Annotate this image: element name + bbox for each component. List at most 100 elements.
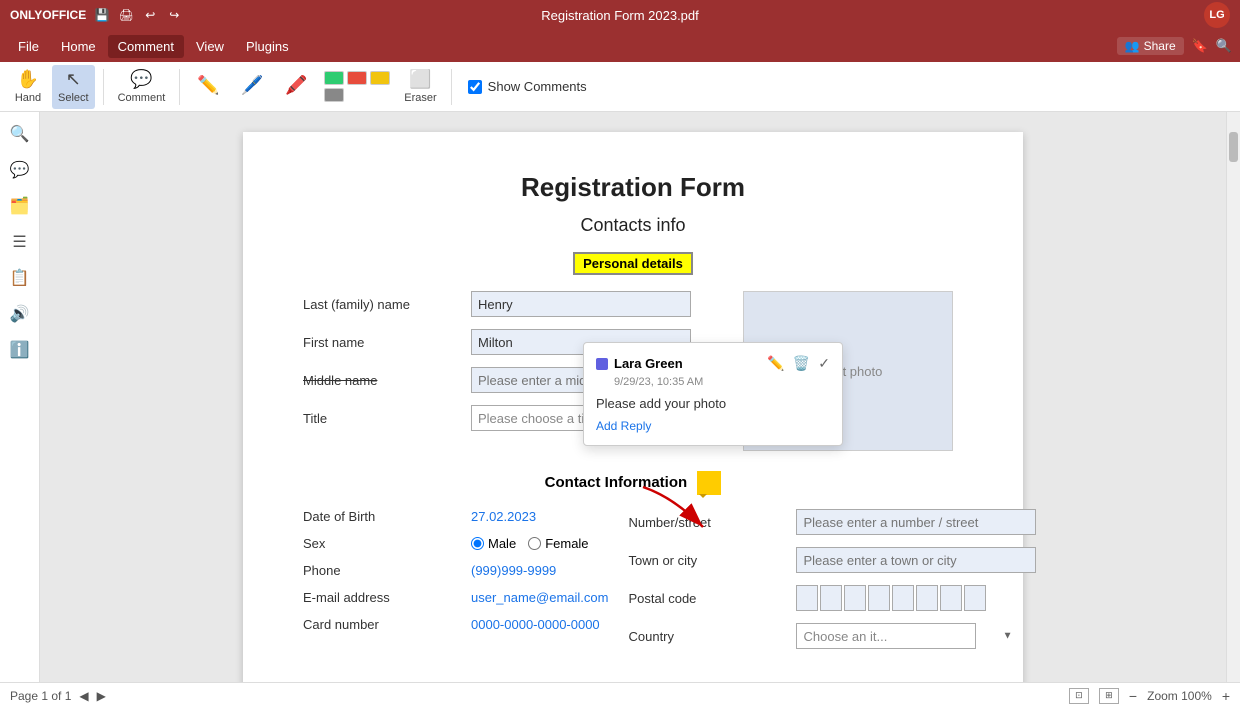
postal-box-7[interactable]: [940, 585, 962, 611]
postal-box-8[interactable]: [964, 585, 986, 611]
menu-view[interactable]: View: [186, 35, 234, 58]
email-row: E-mail address user_name@email.com: [303, 590, 608, 605]
female-radio-label[interactable]: Female: [528, 536, 588, 551]
share-button[interactable]: 👥 Share: [1117, 37, 1184, 55]
comment-popup: Lara Green ✏️ 🗑️ ✓ 9/29/23, 10:35 AM Ple…: [583, 342, 843, 446]
pen-icon: ✏️: [197, 75, 219, 96]
share-label: Share: [1144, 39, 1176, 53]
menu-home[interactable]: Home: [51, 35, 106, 58]
toolbar-sep-2: [179, 69, 180, 105]
postal-row: Postal code: [628, 585, 1036, 611]
title-bar: ONLYOFFICE 💾 🖨 ↩ ↪ Registration Form 202…: [0, 0, 1240, 30]
postal-box-1[interactable]: [796, 585, 818, 611]
color-custom-1[interactable]: [324, 88, 344, 102]
vertical-scrollbar[interactable]: [1226, 112, 1240, 682]
pen-tool-btn[interactable]: ✏️: [188, 65, 228, 109]
card-row: Card number 0000-0000-0000-0000: [303, 617, 608, 632]
menu-comment[interactable]: Comment: [108, 35, 184, 58]
card-label: Card number: [303, 617, 463, 632]
document-area: Registration Form Contacts info Personal…: [40, 112, 1226, 682]
show-comments-label: Show Comments: [488, 79, 587, 94]
highlighter-icon: 🖊️: [241, 75, 263, 96]
sidebar-bookmarks[interactable]: 🗂️: [6, 192, 34, 220]
select-tool-btn[interactable]: ↖ Select: [52, 65, 95, 109]
menu-plugins[interactable]: Plugins: [236, 35, 299, 58]
postal-box-4[interactable]: [868, 585, 890, 611]
sidebar-search[interactable]: 🔍: [6, 120, 34, 148]
toolbar-sep-3: [451, 69, 452, 105]
zoom-out-btn[interactable]: −: [1129, 688, 1137, 704]
bottom-left: Page 1 of 1 ◀ ▶: [10, 689, 106, 703]
print-btn[interactable]: 🖨: [118, 7, 134, 23]
last-name-input[interactable]: [471, 291, 691, 317]
number-street-input[interactable]: [796, 509, 1036, 535]
male-radio-label[interactable]: Male: [471, 536, 516, 551]
country-select[interactable]: Choose an it...: [796, 623, 976, 649]
menu-bar: File Home Comment View Plugins 👥 Share 🔖…: [0, 30, 1240, 62]
female-radio[interactable]: [528, 537, 541, 550]
toolbar-sep-1: [103, 69, 104, 105]
next-page-btn[interactable]: ▶: [97, 689, 106, 703]
sidebar-info[interactable]: ℹ️: [6, 336, 34, 364]
country-label: Country: [628, 629, 788, 644]
contact-two-col: Date of Birth 27.02.2023 Sex Male Female: [303, 509, 963, 661]
town-input[interactable]: [796, 547, 1036, 573]
show-comments-toggle[interactable]: Show Comments: [460, 79, 595, 94]
sex-radio-group: Male Female: [471, 536, 589, 551]
sticky-note-icon[interactable]: [697, 471, 721, 495]
add-reply-btn[interactable]: Add Reply: [596, 419, 830, 433]
postal-box-5[interactable]: [892, 585, 914, 611]
last-name-label: Last (family) name: [303, 297, 463, 312]
comment-author: Lara Green: [596, 356, 683, 371]
sex-row: Sex Male Female: [303, 536, 608, 551]
sidebar-comments[interactable]: 💬: [6, 156, 34, 184]
postal-box-2[interactable]: [820, 585, 842, 611]
show-comments-checkbox[interactable]: [468, 80, 482, 94]
comment-date: 9/29/23, 10:35 AM: [614, 376, 830, 388]
prev-page-btn[interactable]: ◀: [79, 689, 88, 703]
color-green[interactable]: [324, 71, 344, 85]
zoom-in-btn[interactable]: +: [1222, 688, 1230, 704]
app-logo: ONLYOFFICE: [10, 8, 86, 22]
hand-tool-btn[interactable]: ✋ Hand: [8, 65, 48, 109]
card-value: 0000-0000-0000-0000: [471, 617, 600, 632]
bookmark-icon[interactable]: 🔖: [1192, 38, 1208, 54]
highlighter-tool-btn[interactable]: 🖊️: [232, 65, 272, 109]
country-arrow-icon: ▼: [1003, 631, 1013, 642]
postal-boxes: [796, 585, 986, 611]
toolbar: ✋ Hand ↖ Select 💬 Comment ✏️ 🖊️ 🖍️ ⬜ Era…: [0, 62, 1240, 112]
author-dot: [596, 358, 608, 370]
sidebar-audio[interactable]: 🔊: [6, 300, 34, 328]
phone-row: Phone (999)999-9999: [303, 563, 608, 578]
phone-label: Phone: [303, 563, 463, 578]
search-icon[interactable]: 🔍: [1216, 38, 1232, 54]
postal-box-6[interactable]: [916, 585, 938, 611]
sidebar-fields[interactable]: 📋: [6, 264, 34, 292]
fit-page-btn[interactable]: ⊡: [1069, 688, 1089, 704]
comment-tool-btn[interactable]: 💬 Comment: [112, 65, 172, 109]
left-sidebar: 🔍 💬 🗂️ ☰ 📋 🔊 ℹ️: [0, 112, 40, 682]
undo-btn[interactable]: ↩: [142, 7, 158, 23]
delete-comment-btn[interactable]: 🗑️: [793, 355, 810, 372]
redo-btn[interactable]: ↪: [166, 7, 182, 23]
color-red[interactable]: [347, 71, 367, 85]
bottom-right: ⊡ ⊞ − Zoom 100% +: [1069, 688, 1230, 704]
save-btn[interactable]: 💾: [94, 7, 110, 23]
hand-icon: ✋: [17, 69, 39, 90]
user-avatar[interactable]: LG: [1204, 2, 1230, 28]
first-name-label: First name: [303, 335, 463, 350]
contact-right-col: Number/street Town or city Postal code: [628, 509, 1036, 661]
resolve-comment-btn[interactable]: ✓: [818, 355, 830, 372]
scrollbar-thumb[interactable]: [1229, 132, 1238, 162]
edit-comment-btn[interactable]: ✏️: [767, 355, 784, 372]
email-label: E-mail address: [303, 590, 463, 605]
eraser-tool-btn[interactable]: ⬜ Eraser: [398, 65, 442, 109]
sidebar-pages[interactable]: ☰: [6, 228, 34, 256]
dob-label: Date of Birth: [303, 509, 463, 524]
menu-file[interactable]: File: [8, 35, 49, 58]
color-yellow[interactable]: [370, 71, 390, 85]
postal-box-3[interactable]: [844, 585, 866, 611]
fit-width-btn[interactable]: ⊞: [1099, 688, 1119, 704]
male-radio[interactable]: [471, 537, 484, 550]
marker-tool-btn[interactable]: 🖍️: [276, 65, 316, 109]
